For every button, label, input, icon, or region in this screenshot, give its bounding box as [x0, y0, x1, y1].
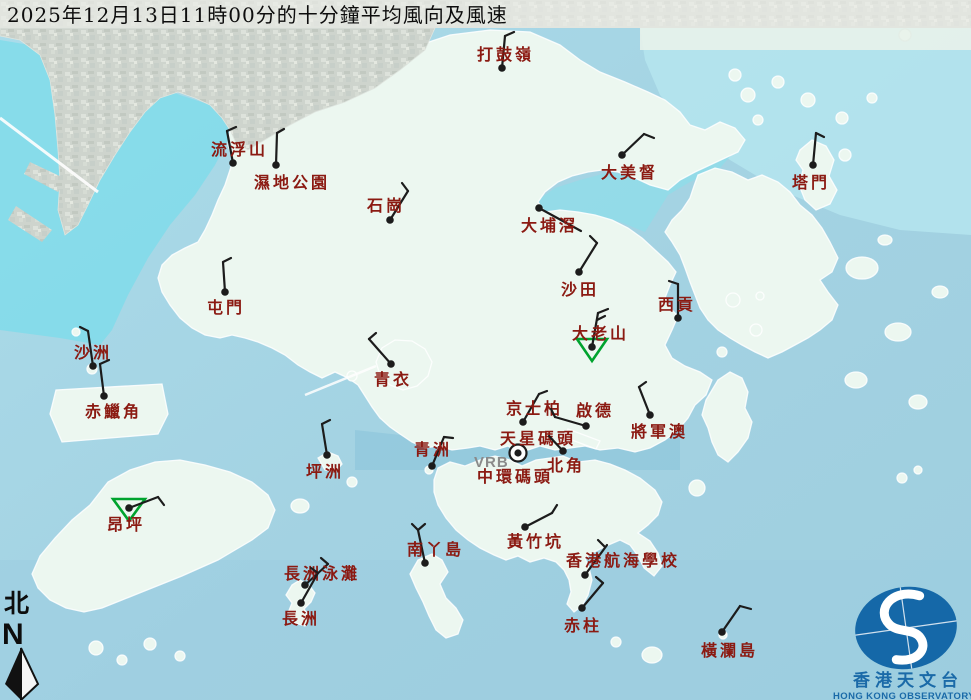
station-label: 青衣: [374, 370, 412, 389]
station-label: 南丫島: [407, 540, 464, 559]
station-label: 大埔滘: [521, 216, 578, 235]
wind-barb-icon: [444, 437, 453, 438]
station-dot-icon: [581, 571, 589, 579]
station-label: 長洲泳灘: [284, 564, 360, 583]
station-central-pier: 中環碼頭: [477, 467, 553, 486]
station-label: 赤柱: [564, 616, 602, 635]
station-label: 大老山: [572, 324, 629, 343]
station-label: 香港航海學校: [565, 551, 680, 570]
station-label: 將軍澳: [631, 422, 688, 441]
station-dot-icon: [297, 599, 305, 607]
station-dot-icon: [421, 559, 429, 567]
station-label: 沙田: [561, 280, 599, 299]
station-dot-icon: [272, 161, 280, 169]
station-label: 濕地公園: [254, 173, 330, 192]
station-dot-icon: [387, 360, 395, 368]
map-title: 2025年12月13日11時00分的十分鐘平均風向及風速: [7, 2, 508, 28]
station-label: 沙洲: [74, 343, 112, 362]
station-label: 北角: [547, 456, 585, 475]
wind-map: 打鼓嶺流浮山濕地公園石崗大美督塔門大埔滘沙田西貢大老山沙洲赤鱲角屯門青衣青洲京士…: [0, 0, 971, 700]
station-dot-icon: [588, 343, 596, 351]
station-label: 流浮山: [211, 140, 268, 159]
station-dot-icon: [428, 462, 436, 470]
station-label: 打鼓嶺: [477, 45, 534, 64]
station-dot-icon: [229, 159, 237, 167]
hko-logo-en: HONG KONG OBSERVATORY: [833, 691, 971, 700]
station-label: 昂坪: [107, 515, 145, 534]
station-label: 大美督: [601, 163, 658, 182]
station-label: 長洲: [282, 609, 320, 628]
station-label: 黃竹坑: [506, 532, 564, 551]
station-dot-icon: [674, 314, 682, 322]
station-label: 坪洲: [306, 462, 344, 481]
station-label: 天星碼頭: [500, 429, 576, 448]
station-dot-icon: [100, 392, 108, 400]
station-dot-icon: [498, 64, 506, 72]
station-dot-icon: [646, 411, 654, 419]
station-label: 赤鱲角: [85, 402, 142, 421]
station-dot-icon: [89, 362, 97, 370]
station-dot-icon: [125, 504, 133, 512]
station-dot-icon: [386, 216, 394, 224]
station-label: 石崗: [366, 196, 405, 215]
station-dot-icon: [578, 604, 586, 612]
wind-barb-icon: [276, 133, 277, 165]
station-label: 啟德: [576, 401, 614, 420]
hko-logo-cn: 香港天文台: [853, 670, 963, 691]
north-letter: N: [2, 618, 24, 651]
station-label: 中環碼頭: [477, 467, 553, 486]
north-hanzi: 北: [4, 589, 29, 618]
station-dot-icon: [809, 161, 817, 169]
station-label: 橫瀾島: [701, 641, 758, 660]
station-label: 屯門: [207, 298, 245, 317]
station-dot-icon: [559, 447, 567, 455]
station-dot-icon: [221, 288, 229, 296]
station-dot-icon: [582, 422, 590, 430]
station-dot-icon: [575, 268, 583, 276]
station-label: 西貢: [658, 295, 696, 314]
station-dot-icon: [323, 451, 331, 459]
station-dot-icon: [519, 418, 527, 426]
station-dot-icon: [718, 628, 726, 636]
station-dot-icon: [535, 204, 543, 212]
station-dot-icon: [618, 151, 626, 159]
vrb-station-dot-icon: [514, 449, 521, 456]
station-label: 塔門: [792, 173, 830, 192]
station-label: 青洲: [414, 440, 452, 459]
map-image: 打鼓嶺流浮山濕地公園石崗大美督塔門大埔滘沙田西貢大老山沙洲赤鱲角屯門青衣青洲京士…: [0, 0, 971, 700]
station-dot-icon: [521, 523, 529, 531]
ne-coast-strip: [640, 28, 971, 50]
